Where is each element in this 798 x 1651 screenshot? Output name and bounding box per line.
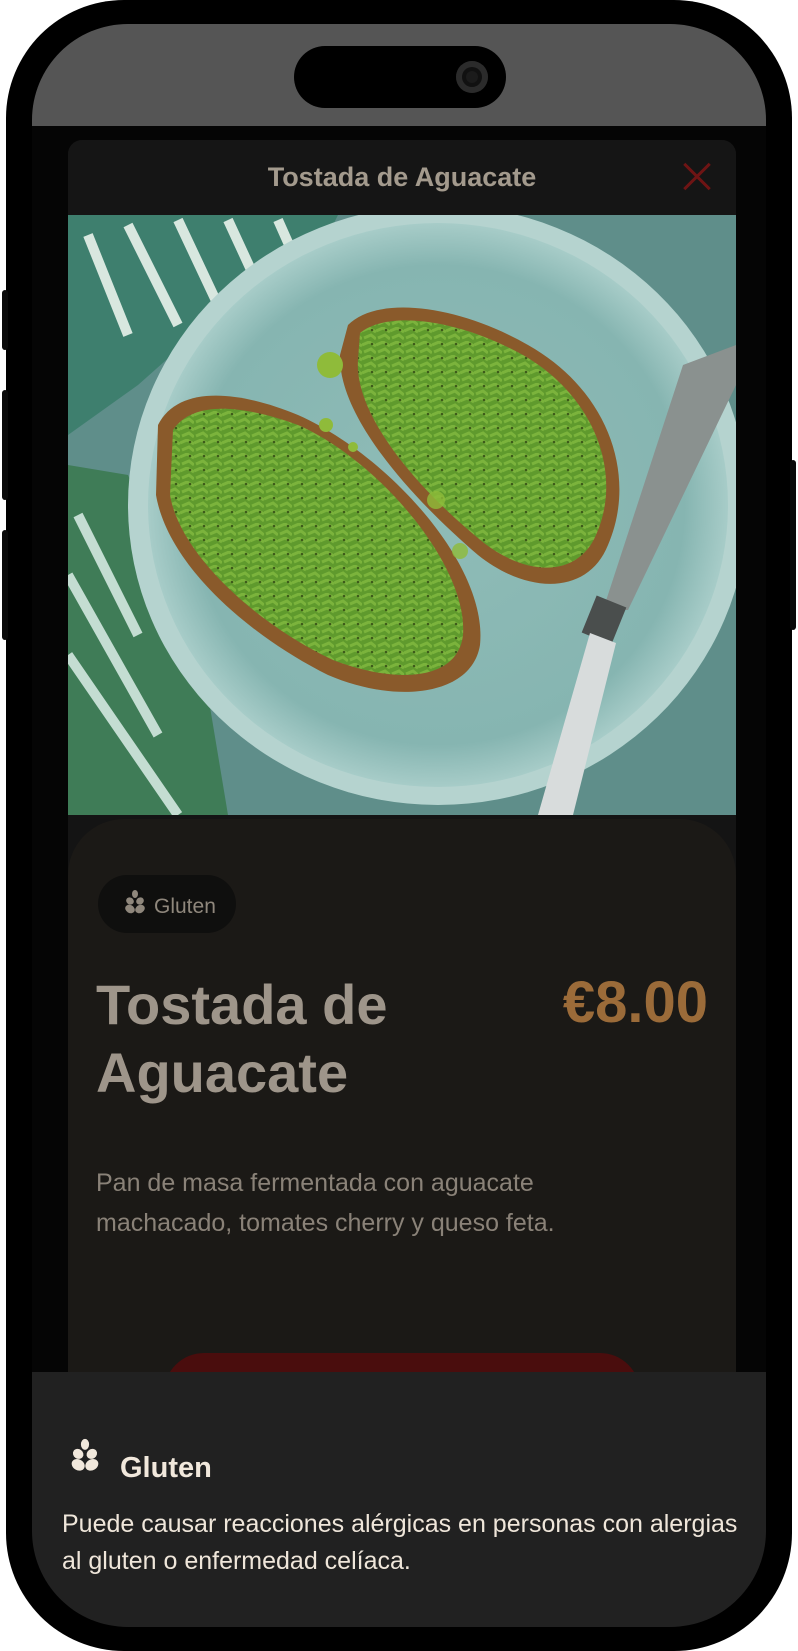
action-button xyxy=(2,290,8,350)
allergen-chip-label: Gluten xyxy=(154,895,216,918)
volume-up-button xyxy=(2,390,8,500)
allergen-chip-gluten[interactable]: Gluten xyxy=(98,875,236,933)
allergen-info-sheet: Gluten Puede causar reacciones alérgicas… xyxy=(32,1372,766,1627)
allergen-sheet-title: Gluten xyxy=(120,1452,212,1484)
wheat-icon xyxy=(71,1438,99,1471)
screen: Tostada de Aguacate Gluten Tostada de Ag… xyxy=(32,24,766,1627)
dynamic-island xyxy=(294,46,506,108)
avocado-toast-image xyxy=(68,215,736,815)
wheat-icon xyxy=(125,890,145,914)
volume-down-button xyxy=(2,530,8,640)
allergen-sheet-text: Puede causar reacciones alérgicas en per… xyxy=(62,1510,738,1575)
close-icon[interactable] xyxy=(676,156,718,198)
phone-frame: Tostada de Aguacate Gluten Tostada de Ag… xyxy=(2,0,796,1651)
dish-name: Tostada de Aguacate xyxy=(96,973,388,1104)
dish-photo xyxy=(68,215,736,815)
dish-price: €8.00 xyxy=(562,970,708,1035)
dish-description: Pan de masa fermentada con aguacate mach… xyxy=(96,1169,555,1237)
camera-icon xyxy=(456,61,488,93)
modal-title: Tostada de Aguacate xyxy=(267,162,537,192)
power-button xyxy=(790,460,796,630)
modal-header: Tostada de Aguacate xyxy=(68,140,736,215)
status-bar xyxy=(32,24,766,126)
